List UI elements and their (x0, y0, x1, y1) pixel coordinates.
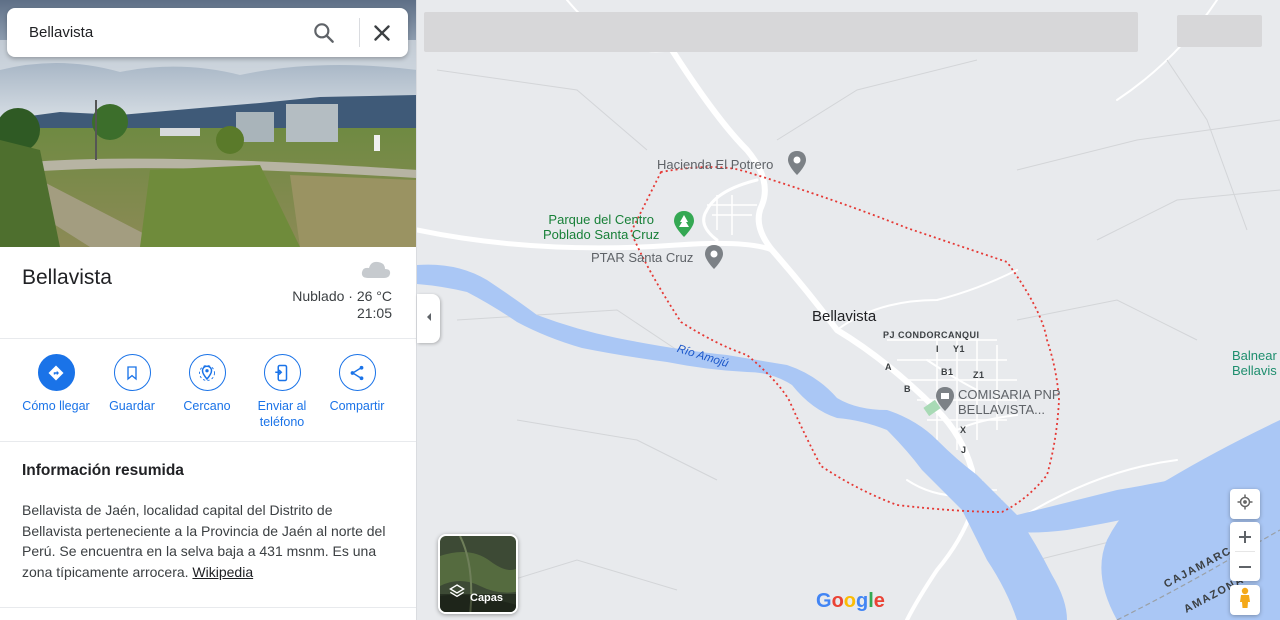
nearby-button[interactable]: Cercano (167, 354, 247, 414)
place-title: Bellavista (22, 266, 112, 289)
layers-icon (449, 583, 465, 604)
map-label-b1: B1 (941, 367, 954, 377)
search-icon[interactable] (311, 20, 337, 46)
search-box (7, 8, 408, 57)
save-button[interactable]: Guardar (92, 354, 172, 414)
layers-label: Capas (470, 592, 504, 604)
map-label-comisaria[interactable]: COMISARIA PNP BELLAVISTA... (958, 387, 1061, 417)
parque-line-1: Parque del Centro (548, 212, 654, 227)
map-label-town[interactable]: Bellavista (812, 308, 876, 325)
send-to-phone-icon (263, 354, 301, 391)
cloudy-weather-icon (360, 258, 392, 285)
minus-icon (1238, 554, 1252, 580)
collapse-panel-button[interactable] (417, 294, 440, 343)
zoom-in-button[interactable] (1230, 522, 1260, 551)
my-location-button[interactable] (1230, 489, 1260, 519)
map-label-a: A (885, 362, 892, 372)
place-panel: Bellavista Nublado · 26 °C 21:05 Cómo ll… (0, 0, 417, 620)
save-label: Guardar (109, 399, 155, 413)
map-label-y1: Y1 (953, 344, 966, 354)
pegman-icon (1238, 587, 1252, 614)
close-icon[interactable] (369, 20, 395, 46)
zoom-controls (1230, 522, 1260, 581)
map-label-z1: Z1 (973, 370, 985, 380)
divider (0, 607, 416, 608)
zoom-out-button[interactable] (1230, 552, 1260, 581)
search-input[interactable] (29, 24, 299, 41)
map-label-b: B (904, 384, 911, 394)
comisaria-line-2: BELLAVISTA... (958, 402, 1045, 417)
send-to-phone-button[interactable]: Enviar al teléfono (242, 354, 322, 430)
bookmark-icon (113, 354, 151, 391)
my-location-icon (1236, 493, 1254, 516)
map-label-balnear[interactable]: Balnear Bellavis (1232, 348, 1277, 378)
nearby-label: Cercano (183, 399, 231, 413)
nearby-icon (188, 354, 226, 391)
balnear-line-1: Balnear (1232, 348, 1277, 363)
map-label-parque[interactable]: Parque del Centro Poblado Santa Cruz (543, 212, 659, 242)
weather-condition: Nublado · 26 °C (292, 288, 392, 304)
share-label: Compartir (329, 399, 385, 413)
summary-text: Bellavista de Jaén, localidad capital de… (22, 500, 392, 582)
map-label-j: J (961, 445, 967, 455)
map-label-hacienda[interactable]: Hacienda El Potrero (657, 157, 773, 172)
plus-icon (1238, 524, 1252, 550)
weather-info: Nublado · 26 °C 21:05 (292, 288, 392, 322)
send-to-phone-label: Enviar al teléfono (257, 399, 307, 429)
weather-time: 21:05 (356, 305, 392, 321)
top-placeholder-bar (424, 12, 1138, 52)
top-placeholder-bar (1177, 15, 1262, 47)
directions-label: Cómo llegar (22, 399, 90, 413)
layers-button[interactable]: Capas (438, 534, 518, 614)
comisaria-line-1: COMISARIA PNP (958, 387, 1061, 402)
map-pin-icon[interactable] (787, 150, 807, 181)
balnear-line-2: Bellavis (1232, 363, 1277, 378)
directions-button[interactable]: Cómo llegar (16, 354, 96, 414)
police-pin-icon[interactable] (935, 386, 955, 417)
search-divider (359, 18, 360, 47)
google-logo: Google (816, 590, 885, 612)
share-icon (338, 354, 376, 391)
divider (0, 441, 416, 442)
chevron-left-icon (424, 310, 434, 328)
summary-title: Información resumida (22, 462, 184, 479)
map-label-x: X (960, 425, 967, 435)
map-canvas[interactable]: Hacienda El Potrero Parque del Centro Po… (417, 0, 1280, 620)
directions-icon (37, 354, 75, 391)
park-pin-icon[interactable] (673, 210, 695, 243)
map-label-ptar[interactable]: PTAR Santa Cruz (591, 250, 693, 265)
share-button[interactable]: Compartir (317, 354, 397, 414)
divider (0, 338, 416, 339)
map-label-i: I (936, 344, 940, 354)
parque-line-2: Poblado Santa Cruz (543, 227, 660, 242)
action-buttons: Cómo llegar Guardar Cercano Enviar al te… (0, 354, 416, 434)
map-pin-icon[interactable] (704, 244, 724, 275)
street-view-button[interactable] (1230, 585, 1260, 615)
wikipedia-link[interactable]: Wikipedia (192, 564, 253, 580)
map-label-pj: PJ CONDORCANQUI (883, 330, 980, 340)
